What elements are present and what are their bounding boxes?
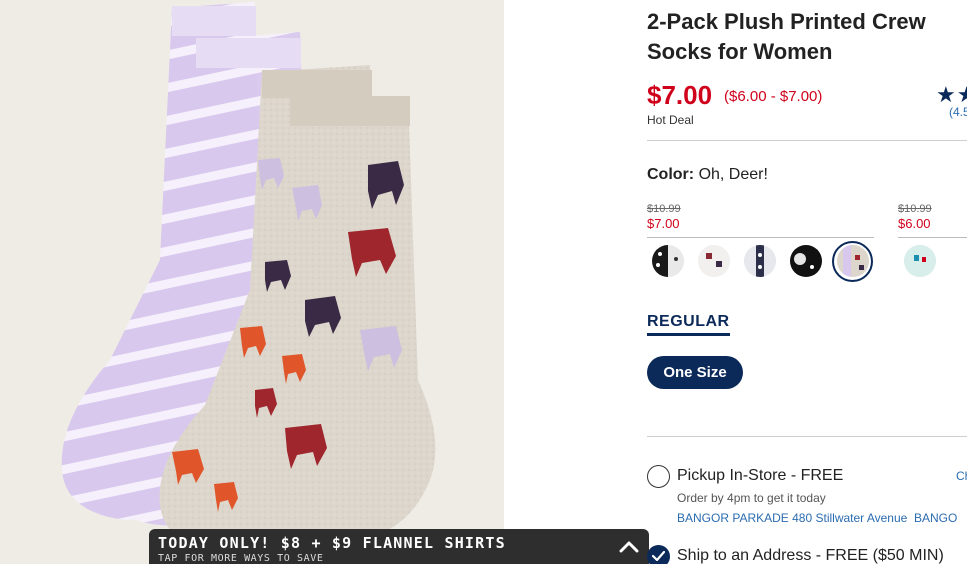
product-details-panel: 2-Pack Plush Printed Crew Socks for Wome… bbox=[647, 0, 967, 564]
product-photo bbox=[61, 2, 436, 556]
swatch-now-price: $6.00 bbox=[898, 216, 931, 231]
ship-to-address-label: Ship to an Address - FREE ($50 MIN) bbox=[677, 547, 944, 564]
color-swatch[interactable] bbox=[744, 245, 776, 277]
swatch-was-price: $10.99 bbox=[647, 203, 681, 215]
deal-label: Hot Deal bbox=[647, 113, 694, 127]
swatch-white-dots bbox=[744, 245, 776, 277]
color-swatch[interactable] bbox=[904, 245, 936, 277]
rating-count[interactable]: (4.5) bbox=[949, 105, 967, 119]
chevron-up-icon[interactable] bbox=[619, 541, 639, 553]
swatch-was-price: $10.99 bbox=[898, 203, 932, 215]
store-address-extra: BANGO bbox=[914, 511, 958, 525]
order-cutoff-note: Order by 4pm to get it today bbox=[677, 491, 826, 505]
tab-regular[interactable]: REGULAR bbox=[647, 313, 730, 336]
store-address: BANGOR PARKADE 480 Stillwater Avenue bbox=[677, 511, 908, 525]
pickup-label: Pickup In-Store - FREE bbox=[677, 467, 844, 484]
color-selection: Color: Oh, Deer! bbox=[647, 166, 768, 184]
current-price: $7.00 bbox=[647, 80, 713, 110]
swatch-black-snow bbox=[790, 245, 822, 277]
swatch-now-price: $7.00 bbox=[647, 216, 680, 231]
swatch-oh-deer bbox=[837, 245, 869, 277]
product-image[interactable] bbox=[0, 0, 504, 564]
check-icon bbox=[652, 551, 665, 561]
price-group-rule bbox=[647, 237, 874, 238]
divider bbox=[647, 436, 967, 437]
change-store-link[interactable]: Ch bbox=[956, 469, 967, 483]
store-address-link[interactable]: BANGOR PARKADE 480 Stillwater Avenue BAN… bbox=[677, 511, 957, 525]
color-swatch[interactable] bbox=[652, 245, 684, 277]
swatch-mint-pattern bbox=[904, 245, 936, 277]
divider bbox=[647, 140, 967, 141]
product-title: 2-Pack Plush Printed Crew Socks for Wome… bbox=[647, 9, 926, 64]
promo-headline: TODAY ONLY! $8 + $9 FLANNEL SHIRTS bbox=[158, 534, 506, 552]
promo-banner[interactable]: TODAY ONLY! $8 + $9 FLANNEL SHIRTS TAP F… bbox=[149, 529, 649, 564]
pickup-radio[interactable] bbox=[647, 465, 670, 488]
swatch-white-deer bbox=[698, 245, 730, 277]
color-swatch[interactable] bbox=[790, 245, 822, 277]
size-one-size-button[interactable]: One Size bbox=[647, 356, 743, 389]
color-value: Oh, Deer! bbox=[698, 166, 768, 183]
price-group-rule bbox=[898, 237, 967, 238]
swatch-price-group: $10.99 $7.00 bbox=[647, 203, 681, 231]
promo-subline: TAP FOR MORE WAYS TO SAVE bbox=[158, 553, 324, 564]
color-swatch-selected[interactable] bbox=[837, 245, 869, 277]
swatch-black-dots bbox=[652, 245, 684, 277]
ship-radio[interactable] bbox=[647, 545, 670, 564]
color-label: Color: bbox=[647, 166, 695, 183]
price-range: ($6.00 - $7.00) bbox=[724, 88, 823, 105]
color-swatch[interactable] bbox=[698, 245, 730, 277]
swatch-price-group: $10.99 $6.00 bbox=[898, 203, 932, 231]
